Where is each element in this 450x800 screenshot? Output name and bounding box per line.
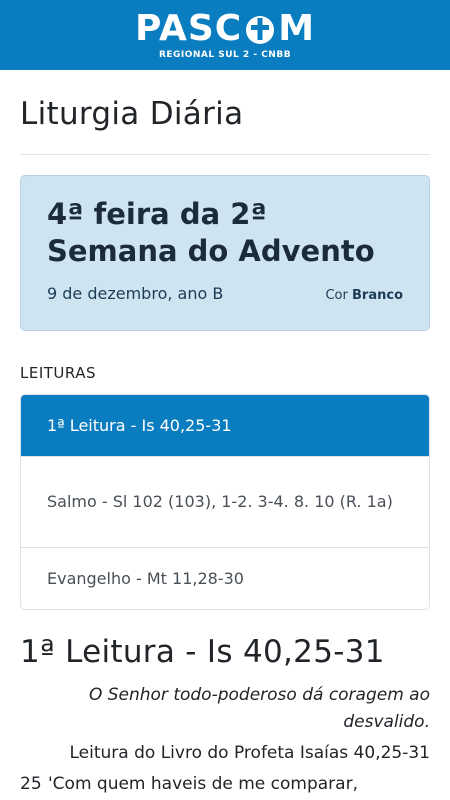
liturgical-day-title: 4ª feira da 2ª Semana do Advento <box>47 197 375 268</box>
verse: 25 'Com quem haveis de me comparar, <box>20 771 430 798</box>
reading-item-psalm[interactable]: Salmo - Sl 102 (103), 1-2. 3-4. 8. 10 (R… <box>21 456 429 547</box>
reading-intro: Leitura do Livro do Profeta Isaías 40,25… <box>69 743 431 763</box>
logo-cross-icon <box>243 12 277 46</box>
reading-subtitle: O Senhor todo-poderoso dá coragem ao des… <box>88 685 430 732</box>
app-header: PASC M REGIONAL SUL 2 - CNBB <box>0 0 450 70</box>
reading-heading: 1ª Leitura - Is 40,25-31 <box>20 634 385 670</box>
liturgical-day-info: 9 de dezembro, ano B Cor Branco <box>47 284 403 303</box>
logo-text-left: PASC <box>134 7 243 49</box>
pascom-logo[interactable]: PASC M <box>134 7 316 49</box>
verse-number: 25 <box>20 774 42 794</box>
reading-item-gospel[interactable]: Evangelho - Mt 11,28-30 <box>21 547 429 609</box>
reading-item-first[interactable]: 1ª Leitura - Is 40,25-31 <box>21 395 429 456</box>
page-title: Liturgia Diária <box>20 70 430 155</box>
reading-item-label: Evangelho - Mt 11,28-30 <box>47 568 244 588</box>
main-content: Liturgia Diária 4ª feira da 2ª Semana do… <box>0 70 450 798</box>
liturgical-color-label: Cor <box>325 288 348 303</box>
reading-content: 1ª Leitura - Is 40,25-31 O Senhor todo-p… <box>20 610 430 798</box>
logo-subtitle: REGIONAL SUL 2 - CNBB <box>158 49 292 60</box>
liturgical-date: 9 de dezembro, ano B <box>47 284 224 303</box>
liturgical-day-card: 4ª feira da 2ª Semana do Advento 9 de de… <box>20 175 430 331</box>
reading-item-label: 1ª Leitura - Is 40,25-31 <box>47 415 232 435</box>
logo-text-right: M <box>278 7 316 49</box>
liturgical-color-value: Branco <box>352 288 403 303</box>
verse-text: 'Com quem haveis de me comparar, <box>48 774 358 794</box>
readings-list: 1ª Leitura - Is 40,25-31 Salmo - Sl 102 … <box>20 394 430 610</box>
reading-item-label: Salmo - Sl 102 (103), 1-2. 3-4. 8. 10 (R… <box>47 492 393 511</box>
readings-section-label: LEITURAS <box>20 364 96 382</box>
liturgical-color: Cor Branco <box>325 288 403 303</box>
